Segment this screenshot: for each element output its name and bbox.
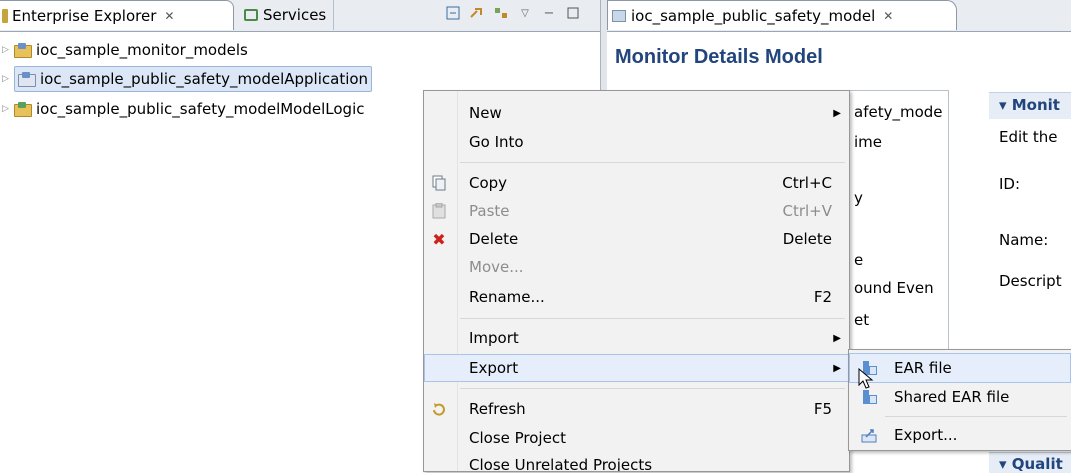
menu-item-label: Go Into — [469, 133, 524, 151]
model-logic-project-icon — [14, 102, 32, 117]
menu-item-refresh[interactable]: Refresh F5 — [424, 395, 849, 423]
tree-item-label: ioc_sample_public_safety_modelApplicatio… — [40, 70, 369, 88]
menu-item-shortcut: F5 — [813, 400, 832, 418]
maximize-icon[interactable] — [564, 3, 582, 23]
menu-item-label: Rename... — [469, 288, 545, 306]
monitor-model-icon — [612, 9, 626, 22]
menu-item-label: Close Project — [469, 429, 566, 447]
minimize-icon[interactable]: − — [540, 3, 558, 23]
collapse-all-icon[interactable] — [444, 3, 462, 23]
tree-item[interactable]: ▷ ioc_sample_public_safety_modelModelLog… — [0, 96, 364, 122]
expand-icon[interactable]: ▷ — [2, 74, 12, 84]
menu-item-go-into[interactable]: Go Into — [424, 128, 849, 156]
close-tab-icon[interactable]: ✕ — [883, 9, 893, 23]
tab-label: ioc_sample_public_safety_model — [631, 6, 876, 25]
mouse-pointer-icon — [858, 367, 874, 394]
menu-item-label: Paste — [469, 202, 510, 220]
submenu-arrow-icon: ▶ — [833, 107, 841, 119]
submenu-arrow-icon: ▶ — [833, 332, 841, 344]
menu-item-copy[interactable]: Copy Ctrl+C — [424, 169, 849, 197]
view-toolbar: ▽ − — [444, 3, 582, 23]
menu-item-export[interactable]: Export ▶ — [424, 354, 849, 382]
submenu-arrow-icon: ▶ — [833, 362, 841, 374]
editor-title: Monitor Details Model — [615, 46, 823, 68]
delete-icon: ✖ — [432, 229, 446, 249]
menu-item-label: Import — [469, 329, 519, 347]
expand-icon[interactable]: ▷ — [2, 45, 12, 55]
menu-item-shortcut: Ctrl+V — [782, 202, 832, 220]
section-description: Edit the — [999, 128, 1058, 146]
tab-editor-model[interactable]: ioc_sample_public_safety_model ✕ — [607, 0, 957, 30]
copy-icon — [430, 174, 448, 192]
model-tree-item[interactable]: afety_mode — [854, 103, 943, 121]
tree-item-selected[interactable]: ▷ ioc_sample_public_safety_modelApplicat… — [0, 66, 373, 92]
link-with-editor-icon[interactable] — [468, 3, 486, 23]
enterprise-explorer-icon — [2, 8, 8, 23]
menu-item-paste[interactable]: Paste Ctrl+V — [424, 197, 849, 225]
export-submenu: EAR file Shared EAR file Export... — [848, 349, 1071, 451]
model-tree-item[interactable]: y — [854, 189, 863, 207]
submenu-item-label: Export... — [894, 426, 958, 444]
tab-enterprise-explorer[interactable]: Enterprise Explorer ✕ — [0, 0, 234, 30]
tab-services[interactable]: Services — [234, 0, 334, 30]
menu-item-close-unrelated-projects[interactable]: Close Unrelated Projects — [424, 451, 849, 471]
menu-item-rename[interactable]: Rename... F2 — [424, 283, 849, 311]
context-menu: New ▶ Go Into Copy Ctrl+C Paste Ctrl+V ✖… — [423, 90, 850, 472]
submenu-item-ear-file[interactable]: EAR file — [849, 353, 1071, 383]
tab-label: Enterprise Explorer — [12, 6, 157, 25]
tab-label: Services — [263, 6, 327, 24]
menu-item-import[interactable]: Import ▶ — [424, 324, 849, 352]
id-label: ID: — [999, 175, 1021, 193]
model-tree-item[interactable]: ime — [854, 133, 882, 151]
export-wizard-icon — [861, 426, 879, 444]
submenu-item-shared-ear-file[interactable]: Shared EAR file — [849, 382, 1071, 412]
section-title: ▾ Qualit — [999, 455, 1063, 473]
menu-item-close-project[interactable]: Close Project — [424, 424, 849, 452]
paste-icon — [430, 202, 448, 220]
editor-tabbar: ioc_sample_public_safety_model ✕ — [607, 0, 1071, 32]
tree-item[interactable]: ▷ ioc_sample_monitor_models — [0, 37, 248, 63]
menu-item-label: Refresh — [469, 400, 526, 418]
services-icon — [244, 9, 258, 21]
monitor-section-header[interactable]: ▾ Monit — [989, 92, 1071, 119]
menu-item-shortcut: F2 — [813, 288, 832, 306]
menu-item-shortcut: Delete — [782, 230, 832, 248]
name-label: Name: — [999, 231, 1049, 249]
menu-item-label: New — [469, 104, 502, 122]
view-menu-icon[interactable]: ▽ — [516, 3, 534, 23]
menu-separator — [885, 416, 1067, 417]
section-title: ▾ Monit — [999, 96, 1060, 114]
model-tree-item[interactable]: et — [854, 311, 869, 329]
refresh-icon — [430, 400, 448, 418]
menu-item-label: Move... — [469, 258, 524, 276]
project-folder-icon — [14, 43, 32, 58]
filter-icon[interactable] — [492, 3, 510, 23]
submenu-item-label: Shared EAR file — [894, 388, 1010, 406]
menu-item-label: Delete — [469, 230, 519, 248]
menu-item-move[interactable]: Move... — [424, 253, 849, 281]
application-project-icon — [18, 72, 36, 87]
tree-item-label: ioc_sample_monitor_models — [36, 41, 248, 59]
menu-item-new[interactable]: New ▶ — [424, 99, 849, 127]
menu-separator — [460, 388, 845, 389]
menu-separator — [460, 318, 845, 319]
submenu-item-label: EAR file — [894, 359, 952, 377]
menu-item-label: Copy — [469, 174, 508, 192]
expand-icon[interactable]: ▷ — [2, 104, 12, 114]
tree-item-label: ioc_sample_public_safety_modelModelLogic — [36, 100, 365, 118]
submenu-item-export[interactable]: Export... — [849, 420, 1071, 450]
model-tree-item[interactable]: ound Even — [854, 279, 934, 297]
left-view-tabbar: Enterprise Explorer ✕ Services ▽ − — [0, 0, 600, 32]
menu-item-delete[interactable]: ✖ Delete Delete — [424, 225, 849, 253]
model-tree-item[interactable]: e — [854, 251, 863, 269]
description-label: Descript — [999, 272, 1062, 290]
close-tab-icon[interactable]: ✕ — [164, 9, 174, 23]
menu-separator — [460, 162, 845, 163]
menu-item-shortcut: Ctrl+C — [782, 174, 832, 192]
selection-highlight: ioc_sample_public_safety_modelApplicatio… — [14, 66, 373, 92]
menu-item-label: Export — [469, 359, 519, 377]
